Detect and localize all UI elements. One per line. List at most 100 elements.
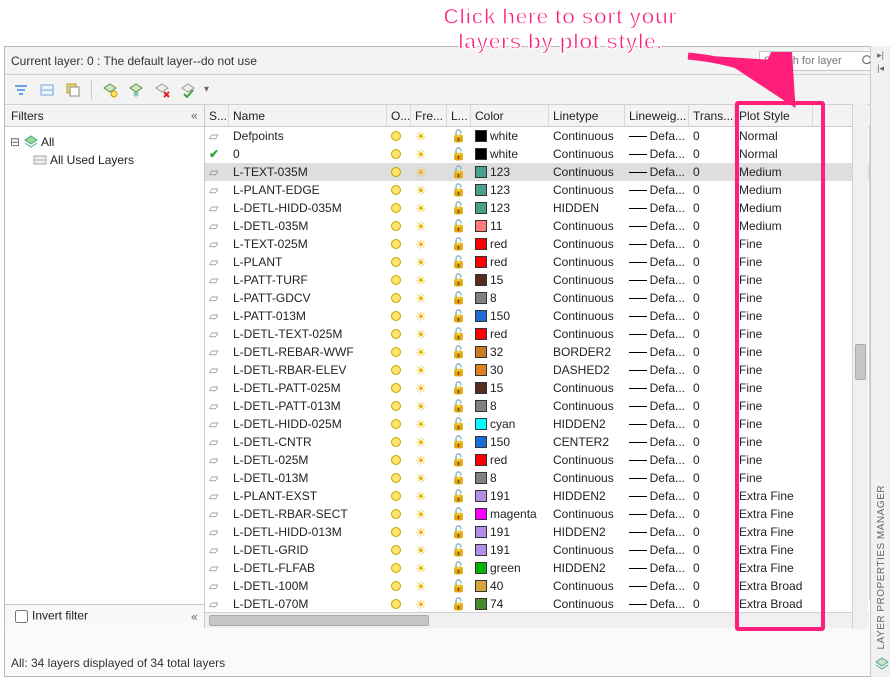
table-row[interactable]: ▱L-PLANT-EXST☀🔓191HIDDEN2 Defa...0Extra … [205,487,885,505]
bulb-icon[interactable] [391,149,401,159]
color-swatch[interactable] [475,454,487,466]
new-layer-freeze-button[interactable]: ❄ [126,80,146,100]
color-swatch[interactable] [475,544,487,556]
lock-icon[interactable]: 🔓 [451,345,466,359]
lock-icon[interactable]: 🔓 [451,597,466,611]
col-name[interactable]: Name [229,105,387,126]
plot-style-value[interactable]: Extra Fine [739,525,794,539]
col-color[interactable]: Color [471,105,549,126]
transparency-value[interactable]: 0 [693,417,700,431]
color-swatch[interactable] [475,382,487,394]
lock-icon[interactable]: 🔓 [451,165,466,179]
lineweight-value[interactable]: Defa... [650,543,685,557]
transparency-value[interactable]: 0 [693,309,700,323]
linetype-value[interactable]: HIDDEN2 [553,417,606,431]
sun-icon[interactable]: ☀ [415,508,427,521]
color-swatch[interactable] [475,202,487,214]
color-swatch[interactable] [475,130,487,142]
transparency-value[interactable]: 0 [693,327,700,341]
transparency-value[interactable]: 0 [693,435,700,449]
lock-icon[interactable]: 🔓 [451,129,466,143]
bulb-icon[interactable] [391,203,401,213]
plot-style-value[interactable]: Fine [739,471,762,485]
lineweight-value[interactable]: Defa... [650,291,685,305]
plot-style-value[interactable]: Fine [739,273,762,287]
color-swatch[interactable] [475,292,487,304]
sun-icon[interactable]: ☀ [415,238,427,251]
lock-icon[interactable]: 🔓 [451,147,466,161]
color-swatch[interactable] [475,274,487,286]
lineweight-value[interactable]: Defa... [650,453,685,467]
bulb-icon[interactable] [391,329,401,339]
sun-icon[interactable]: ☀ [415,310,427,323]
sun-icon[interactable]: ☀ [415,166,427,179]
lock-icon[interactable]: 🔓 [451,327,466,341]
plot-style-value[interactable]: Fine [739,327,762,341]
linetype-value[interactable]: Continuous [553,165,614,179]
color-swatch[interactable] [475,238,487,250]
table-row[interactable]: ▱L-DETL-HIDD-025M☀🔓cyanHIDDEN2 Defa...0F… [205,415,885,433]
linetype-value[interactable]: Continuous [553,219,614,233]
lock-icon[interactable]: 🔓 [451,507,466,521]
lineweight-value[interactable]: Defa... [650,507,685,521]
lineweight-value[interactable]: Defa... [650,183,685,197]
transparency-value[interactable]: 0 [693,273,700,287]
sun-icon[interactable]: ☀ [415,364,427,377]
color-swatch[interactable] [475,346,487,358]
color-swatch[interactable] [475,580,487,592]
lock-icon[interactable]: 🔓 [451,399,466,413]
color-swatch[interactable] [475,526,487,538]
lineweight-value[interactable]: Defa... [650,129,685,143]
bulb-icon[interactable] [391,563,401,573]
set-current-button[interactable] [178,80,198,100]
bulb-icon[interactable] [391,365,401,375]
sun-icon[interactable]: ☀ [415,130,427,143]
table-row[interactable]: ▱L-DETL-GRID☀🔓191Continuous Defa...0Extr… [205,541,885,559]
sun-icon[interactable]: ☀ [415,436,427,449]
plot-style-value[interactable]: Extra Fine [739,507,794,521]
panel-scrollbar[interactable] [852,104,868,629]
linetype-value[interactable]: Continuous [553,507,614,521]
table-row[interactable]: ▱L-DETL-PATT-013M☀🔓8Continuous Defa...0F… [205,397,885,415]
plot-style-value[interactable]: Extra Broad [739,597,802,611]
transparency-value[interactable]: 0 [693,219,700,233]
bulb-icon[interactable] [391,599,401,609]
plot-style-value[interactable]: Fine [739,291,762,305]
sun-icon[interactable]: ☀ [415,382,427,395]
sun-icon[interactable]: ☀ [415,328,427,341]
linetype-value[interactable]: Continuous [553,255,614,269]
collapse-filters-button[interactable]: « [191,109,198,123]
color-swatch[interactable] [475,364,487,376]
bulb-icon[interactable] [391,185,401,195]
bulb-icon[interactable] [391,473,401,483]
lineweight-value[interactable]: Defa... [650,327,685,341]
transparency-value[interactable]: 0 [693,201,700,215]
color-swatch[interactable] [475,418,487,430]
linetype-value[interactable]: Continuous [553,129,614,143]
linetype-value[interactable]: Continuous [553,291,614,305]
color-swatch[interactable] [475,562,487,574]
lineweight-value[interactable]: Defa... [650,147,685,161]
lineweight-value[interactable]: Defa... [650,435,685,449]
bulb-icon[interactable] [391,545,401,555]
table-row[interactable]: ▱L-TEXT-025M☀🔓redContinuous Defa...0Fine [205,235,885,253]
lineweight-value[interactable]: Defa... [650,273,685,287]
lineweight-value[interactable]: Defa... [650,579,685,593]
table-row[interactable]: ▱L-DETL-REBAR-WWF☀🔓32BORDER2 Defa...0Fin… [205,343,885,361]
table-row[interactable]: ▱L-PATT-013M☀🔓150Continuous Defa...0Fine [205,307,885,325]
lock-icon[interactable]: 🔓 [451,363,466,377]
lock-icon[interactable]: 🔓 [451,417,466,431]
transparency-value[interactable]: 0 [693,597,700,611]
new-layer-button[interactable] [100,80,120,100]
linetype-value[interactable]: Continuous [553,237,614,251]
bulb-icon[interactable] [391,581,401,591]
lineweight-value[interactable]: Defa... [650,345,685,359]
transparency-value[interactable]: 0 [693,345,700,359]
transparency-value[interactable]: 0 [693,525,700,539]
sun-icon[interactable]: ☀ [415,454,427,467]
sun-icon[interactable]: ☀ [415,256,427,269]
table-row[interactable]: ▱L-DETL-FLFAB☀🔓greenHIDDEN2 Defa...0Extr… [205,559,885,577]
col-linetype[interactable]: Linetype [549,105,625,126]
transparency-value[interactable]: 0 [693,255,700,269]
table-row[interactable]: ▱L-TEXT-035M☀🔓123Continuous Defa...0Medi… [205,163,885,181]
